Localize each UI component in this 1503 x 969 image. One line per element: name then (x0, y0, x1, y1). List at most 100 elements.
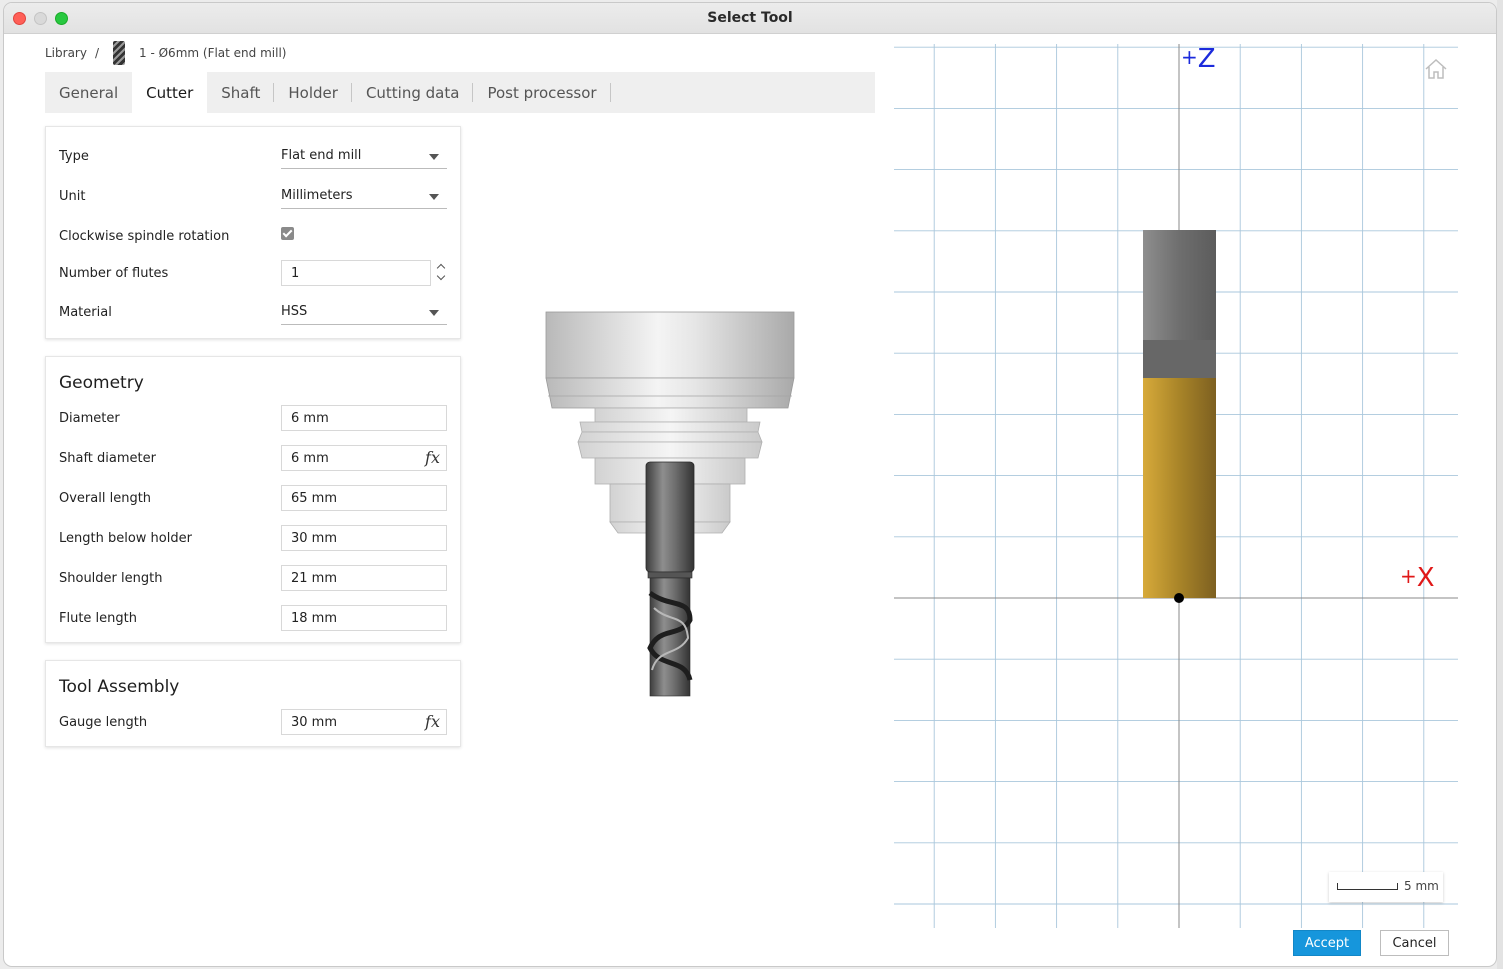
clockwise-label: Clockwise spindle rotation (59, 229, 230, 244)
material-select[interactable]: HSS (281, 299, 447, 325)
overall-length-input[interactable]: 65 mm (281, 485, 447, 511)
tab-post-processor-label: Post processor (487, 83, 597, 102)
window-title: Select Tool (707, 10, 793, 26)
shaft-diameter-label: Shaft diameter (59, 451, 156, 466)
unit-label: Unit (59, 189, 86, 204)
scale-indicator: 5 mm (1329, 872, 1443, 902)
x-axis-letter: X (1416, 563, 1435, 593)
background-window-edge (1497, 0, 1503, 969)
cancel-button[interactable]: Cancel (1380, 930, 1449, 956)
chevron-down-icon (429, 310, 439, 316)
flute-section (1143, 378, 1216, 598)
chevron-down-icon (429, 154, 439, 160)
tab-post-processor[interactable]: Post processor (473, 72, 611, 113)
tab-bar: General Cutter Shaft Holder Cutting data… (45, 72, 875, 113)
tab-cutting-data-label: Cutting data (365, 83, 460, 102)
tool-assembly-panel: Tool Assembly Gauge length 30 mm fx (45, 660, 461, 747)
length-below-holder-value: 30 mm (291, 531, 338, 546)
unit-row: Unit Millimeters (46, 183, 460, 209)
diameter-input[interactable]: 6 mm (281, 405, 447, 431)
chevron-down-icon (429, 194, 439, 200)
flutes-stepper[interactable] (436, 261, 448, 285)
length-below-holder-label: Length below holder (59, 531, 192, 546)
shaft-diameter-value: 6 mm (291, 451, 329, 466)
overall-length-row: Overall length 65 mm (46, 485, 460, 511)
flute-length-row: Flute length 18 mm (46, 605, 460, 631)
tab-shaft-label: Shaft (221, 83, 261, 102)
material-value: HSS (281, 304, 308, 319)
breadcrumb: Library / 1 - Ø6mm (Flat end mill) (45, 41, 287, 65)
flat-end-mill-icon (113, 41, 126, 65)
tab-cutter[interactable]: Cutter (132, 72, 208, 113)
z-axis-letter: Z (1197, 44, 1216, 74)
x-axis-label: +X (1400, 563, 1435, 593)
shaft-diameter-input[interactable]: 6 mm fx (281, 445, 447, 471)
gauge-length-value: 30 mm (291, 715, 338, 730)
diameter-label: Diameter (59, 411, 120, 426)
tool-2d-view[interactable] (894, 44, 1458, 928)
scale-label: 5 mm (1404, 879, 1439, 893)
gauge-length-row: Gauge length 30 mm fx (46, 709, 460, 735)
clockwise-row: Clockwise spindle rotation (46, 223, 460, 249)
type-label: Type (59, 149, 89, 164)
material-label: Material (59, 305, 112, 320)
title-bar: Select Tool (4, 3, 1496, 34)
type-select[interactable]: Flat end mill (281, 143, 447, 169)
shaft-section (1143, 230, 1216, 340)
formula-icon[interactable]: fx (425, 448, 440, 467)
gauge-length-label: Gauge length (59, 715, 148, 730)
clockwise-checkbox[interactable] (281, 227, 294, 240)
tool-3d-preview[interactable] (540, 308, 802, 700)
tool-assembly-title: Tool Assembly (59, 677, 180, 697)
tab-holder-label: Holder (288, 83, 338, 102)
home-icon[interactable] (1424, 58, 1448, 80)
breadcrumb-library[interactable]: Library (45, 46, 87, 60)
chevron-down-icon[interactable] (436, 271, 446, 281)
end-mill-shape (645, 461, 695, 697)
shaft-diameter-row: Shaft diameter 6 mm fx (46, 445, 460, 471)
flute-length-input[interactable]: 18 mm (281, 605, 447, 631)
flutes-input[interactable]: 1 (281, 260, 431, 286)
geometry-title: Geometry (59, 373, 144, 393)
shoulder-section (1143, 340, 1216, 378)
shoulder-length-row: Shoulder length 21 mm (46, 565, 460, 591)
length-below-holder-input[interactable]: 30 mm (281, 525, 447, 551)
gauge-length-input[interactable]: 30 mm fx (281, 709, 447, 735)
z-axis-sign: + (1181, 45, 1198, 69)
tab-general-label: General (59, 83, 119, 102)
tab-divider (609, 83, 611, 102)
tab-holder[interactable]: Holder (274, 72, 352, 113)
length-below-holder-row: Length below holder 30 mm (46, 525, 460, 551)
tab-cutting-data[interactable]: Cutting data (352, 72, 474, 113)
breadcrumb-tool: 1 - Ø6mm (Flat end mill) (139, 46, 287, 60)
type-row: Type Flat end mill (46, 143, 460, 169)
flutes-row: Number of flutes 1 (46, 260, 460, 286)
shoulder-length-input[interactable]: 21 mm (281, 565, 447, 591)
diameter-value: 6 mm (291, 411, 329, 426)
tab-cutter-label: Cutter (146, 83, 194, 102)
flute-length-value: 18 mm (291, 611, 338, 626)
type-value: Flat end mill (281, 148, 362, 163)
accept-button[interactable]: Accept (1293, 930, 1361, 956)
flutes-value: 1 (291, 266, 300, 281)
tool-tip-origin-point (1174, 593, 1184, 603)
overall-length-value: 65 mm (291, 491, 338, 506)
material-row: Material HSS (46, 299, 460, 325)
tab-shaft[interactable]: Shaft (207, 72, 275, 113)
diameter-row: Diameter 6 mm (46, 405, 460, 431)
flute-length-label: Flute length (59, 611, 137, 626)
flutes-label: Number of flutes (59, 266, 169, 281)
scale-bar (1337, 883, 1398, 890)
unit-select[interactable]: Millimeters (281, 183, 447, 209)
breadcrumb-separator: / (94, 46, 100, 60)
tab-general[interactable]: General (45, 72, 132, 113)
unit-value: Millimeters (281, 188, 353, 203)
overall-length-label: Overall length (59, 491, 152, 506)
x-axis-sign: + (1400, 564, 1417, 588)
cutter-panel: Type Flat end mill Unit Millimeters Cloc… (45, 126, 461, 339)
geometry-panel: Geometry Diameter 6 mm Shaft diameter 6 … (45, 356, 461, 643)
z-axis-label: +Z (1181, 44, 1216, 74)
formula-icon[interactable]: fx (425, 712, 440, 731)
shoulder-length-value: 21 mm (291, 571, 338, 586)
shoulder-length-label: Shoulder length (59, 571, 163, 586)
